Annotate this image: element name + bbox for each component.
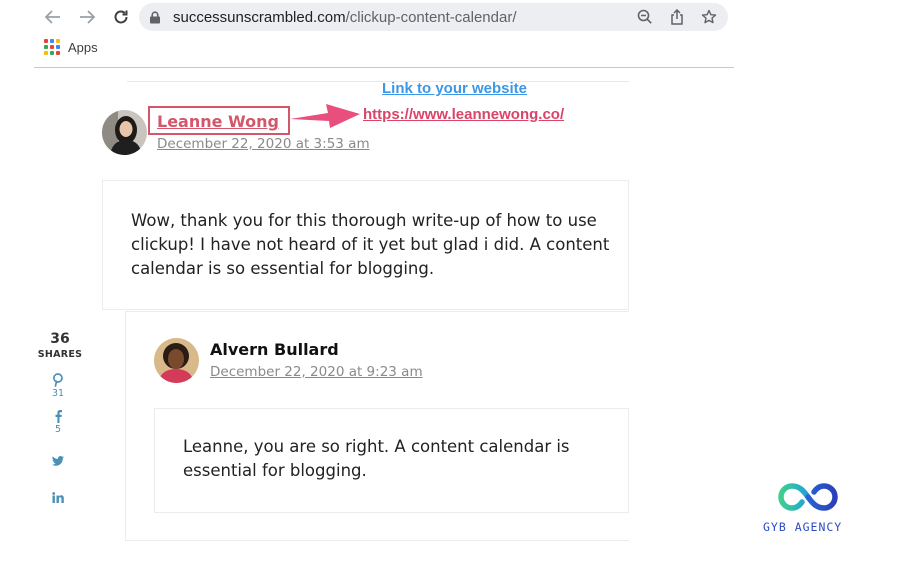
chrome-divider (34, 67, 734, 68)
share-icon (671, 9, 683, 25)
comment-separator (127, 81, 629, 82)
share-label: SHARES (37, 349, 83, 360)
url-text: successunscrambled.com/clickup-content-c… (173, 9, 517, 26)
facebook-icon (55, 410, 62, 423)
pinterest-share-button[interactable]: 31 (46, 373, 70, 399)
back-button[interactable] (40, 6, 66, 28)
comment-date-link[interactable]: December 22, 2020 at 3:53 am (157, 136, 370, 152)
twitter-icon (52, 456, 64, 466)
bookmarks-bar: Apps (44, 39, 98, 55)
reload-button[interactable] (108, 6, 134, 28)
arrow-left-icon (44, 10, 60, 24)
annotation-title: Link to your website (382, 80, 528, 97)
browser-nav-buttons (40, 6, 142, 28)
alvern-avatar (154, 338, 199, 383)
zoom-button[interactable] (637, 9, 653, 25)
star-icon (701, 9, 717, 24)
reply-date-link[interactable]: December 22, 2020 at 9:23 am (210, 364, 423, 380)
gyb-logo-icon (778, 483, 838, 511)
leanne-avatar (102, 110, 147, 155)
forward-button[interactable] (74, 6, 100, 28)
comment-text: Wow, thank you for this thorough write-u… (131, 211, 610, 278)
linkedin-share-button[interactable] (46, 492, 70, 503)
arrow-right-icon (80, 10, 96, 24)
url-path: /clickup-content-calendar/ (345, 9, 517, 26)
website-link[interactable]: https://www.leannewong.co/ (363, 106, 564, 123)
linkedin-icon (52, 492, 64, 503)
bookmark-star-button[interactable] (701, 9, 717, 25)
watermark-text: GYB AGENCY (763, 520, 843, 534)
author-highlight-box (148, 106, 290, 135)
annotation-arrow-icon (290, 104, 360, 128)
twitter-share-button[interactable] (46, 456, 70, 466)
comment-body: Wow, thank you for this thorough write-u… (102, 180, 629, 310)
share-page-button[interactable] (669, 9, 685, 25)
pinterest-count: 31 (51, 388, 65, 399)
address-bar[interactable]: successunscrambled.com/clickup-content-c… (139, 3, 728, 31)
facebook-share-button[interactable]: 5 (46, 409, 70, 435)
reply-author-name: Alvern Bullard (210, 340, 339, 359)
url-host: successunscrambled.com (173, 9, 346, 26)
reload-icon (114, 10, 128, 24)
share-count: 36 (50, 331, 70, 347)
reply-text: Leanne, you are so right. A content cale… (183, 437, 570, 480)
zoom-out-icon (637, 9, 652, 24)
lock-icon (150, 11, 160, 24)
pinterest-icon (53, 373, 63, 387)
facebook-count: 5 (54, 424, 62, 435)
reply-body: Leanne, you are so right. A content cale… (154, 408, 629, 513)
apps-grid-icon (44, 39, 60, 55)
apps-bookmark[interactable]: Apps (68, 40, 98, 55)
